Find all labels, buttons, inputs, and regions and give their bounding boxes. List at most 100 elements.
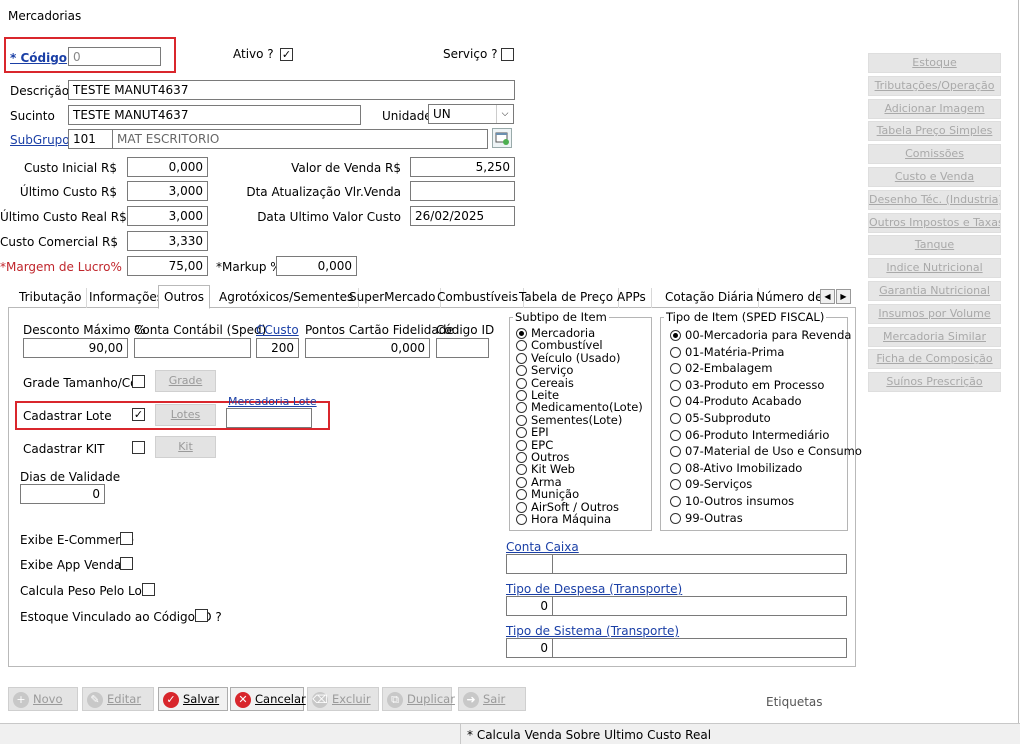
conta-caixa-label[interactable]: Conta Caixa — [506, 540, 579, 554]
tipo-sistema-name-field — [552, 638, 847, 658]
ultimo-custo-real-label: Último Custo Real R$ — [0, 210, 127, 224]
ccusto-label[interactable]: CCusto — [256, 323, 299, 337]
editar-button[interactable]: ✎ Editar — [82, 687, 154, 711]
cancelar-button[interactable]: ✕ Cancelar — [230, 687, 306, 711]
codigo-input[interactable]: 0 — [68, 47, 161, 66]
trash-icon: ⌫ — [312, 691, 328, 708]
ativo-checkbox[interactable]: ✓ — [280, 48, 293, 61]
ultimo-custo-real-input[interactable]: 3,000 — [127, 206, 208, 226]
tab-informacoes[interactable]: Informações — [84, 288, 170, 308]
subtipo-radio[interactable] — [516, 452, 527, 463]
cadastrar-lote-checkbox[interactable]: ✓ — [132, 408, 145, 421]
novo-button[interactable]: + Novo — [8, 687, 78, 711]
tab-scroll-left-icon[interactable]: ◀ — [820, 289, 835, 304]
tab-tributacao[interactable]: Tributação — [14, 288, 88, 308]
tab-apps[interactable]: APPs — [612, 288, 652, 308]
data-ultimo-custo-input[interactable]: 26/02/2025 — [410, 206, 515, 226]
tab-cotacao[interactable]: Cotação Diária — [660, 288, 760, 308]
right-panel-button[interactable]: Tabela Preço Simples — [868, 121, 1001, 142]
subgrupo-code-input[interactable]: 101 — [68, 129, 113, 149]
right-panel-button[interactable]: Estoque — [868, 53, 1001, 73]
tipo-despesa-label[interactable]: Tipo de Despesa (Transporte) — [506, 582, 682, 596]
right-panel-button[interactable]: Tanque — [868, 235, 1001, 256]
tipo-sistema-code-input[interactable]: 0 — [506, 638, 553, 658]
mercadoria-lote-input[interactable] — [226, 408, 312, 428]
sucinto-input[interactable]: TESTE MANUT4637 — [68, 105, 361, 125]
conta-contabil-input[interactable] — [134, 338, 251, 358]
markup-input[interactable]: 0,000 — [276, 256, 357, 276]
tab-numero-serie[interactable]: Número de S — [751, 288, 821, 308]
tipo-sistema-label[interactable]: Tipo de Sistema (Transporte) — [506, 624, 679, 638]
subtipo-radio[interactable] — [516, 514, 527, 525]
right-panel-button[interactable]: Custo e Venda — [868, 167, 1001, 187]
descricao-input[interactable]: TESTE MANUT4637 — [68, 80, 515, 100]
grade-button[interactable]: Grade — [155, 370, 216, 392]
calcula-peso-checkbox[interactable] — [142, 583, 155, 596]
tipo-item-radio[interactable] — [670, 512, 681, 524]
tipo-item-radio[interactable] — [670, 429, 681, 441]
tab-agrotoxicos[interactable]: Agrotóxicos/Sementes — [214, 288, 360, 308]
right-panel-button[interactable]: Garantia Nutricional — [868, 281, 1001, 301]
conta-caixa-code-input[interactable] — [506, 554, 553, 574]
estoque-vinculado-checkbox[interactable] — [195, 609, 208, 622]
chevron-down-icon[interactable]: ⌵ — [496, 105, 513, 123]
right-panel-button[interactable]: Tributações/Operação — [868, 75, 1001, 96]
tipo-item-radio[interactable] — [670, 462, 681, 474]
right-panel-button[interactable]: Comissões — [868, 144, 1001, 165]
right-panel-button[interactable]: Adicionar Imagem — [868, 98, 1001, 119]
servico-checkbox[interactable] — [501, 48, 514, 61]
cadastrar-kit-checkbox[interactable] — [132, 441, 145, 454]
desconto-input[interactable]: 90,00 — [23, 338, 128, 358]
salvar-button[interactable]: ✓ Salvar — [158, 687, 228, 711]
subtipo-radio[interactable] — [516, 439, 527, 451]
tipo-item-radio[interactable] — [670, 496, 681, 507]
subtipo-radio[interactable] — [516, 328, 527, 339]
custo-inicial-input[interactable]: 0,000 — [127, 157, 208, 177]
right-panel-button[interactable]: Ficha de Composição — [868, 349, 1001, 370]
dta-atualizacao-input[interactable] — [410, 181, 515, 201]
subtipo-radio[interactable] — [516, 390, 527, 401]
subtipo-radio[interactable] — [516, 501, 527, 513]
subtipo-radio[interactable] — [516, 414, 527, 426]
tipo-item-radio[interactable] — [670, 413, 681, 424]
valor-venda-input[interactable]: 5,250 — [410, 157, 515, 177]
grade-checkbox[interactable] — [132, 375, 145, 388]
codigo-label[interactable]: * Código — [10, 51, 67, 65]
margem-input[interactable]: 75,00 — [127, 256, 208, 276]
right-panel-button[interactable]: Mercadoria Similar — [868, 326, 1001, 347]
tab-tabela-preco[interactable]: Tabela de Preço — [514, 288, 620, 308]
excluir-button[interactable]: ⌫ Excluir — [307, 687, 379, 711]
tab-combustiveis[interactable]: Combustíveis — [432, 288, 524, 308]
subtipo-radio[interactable] — [516, 352, 527, 364]
kit-button[interactable]: Kit — [155, 436, 216, 458]
pontos-input[interactable]: 0,000 — [305, 338, 430, 358]
mercadoria-lote-label[interactable]: Mercadoria Lote — [228, 395, 317, 408]
ccusto-input[interactable]: 200 — [256, 338, 299, 358]
tab-scroll-right-icon[interactable]: ▶ — [836, 289, 851, 304]
sair-button[interactable]: ➜ Sair — [458, 687, 526, 711]
tipo-despesa-code-input[interactable]: 0 — [506, 596, 553, 616]
subtipo-radio[interactable] — [516, 476, 527, 488]
tab-outros[interactable]: Outros — [158, 285, 211, 309]
ultimo-custo-input[interactable]: 3,000 — [127, 181, 208, 201]
subgrupo-search-icon[interactable] — [492, 128, 512, 148]
right-panel-button[interactable]: Desenho Téc. (Industria) — [868, 189, 1001, 210]
exibe-ecommerce-checkbox[interactable] — [120, 532, 133, 545]
subgrupo-label[interactable]: SubGrupo — [10, 133, 70, 147]
tipo-item-radio[interactable] — [670, 379, 681, 391]
duplicar-button[interactable]: ⧉ Duplicar — [382, 687, 455, 711]
tab-supermercado[interactable]: SuperMercado — [344, 288, 442, 308]
right-panel-button[interactable]: Outros Impostos e Taxas — [868, 212, 1001, 233]
tipo-item-radio[interactable] — [670, 346, 681, 358]
right-panel-button[interactable]: Indice Nutricional — [868, 258, 1001, 279]
dias-validade-input[interactable]: 0 — [20, 484, 105, 504]
etiquetas-label[interactable]: Etiquetas — [766, 695, 823, 709]
right-panel-button[interactable]: Insumos por Volume — [868, 303, 1001, 324]
custo-comercial-input[interactable]: 3,330 — [127, 231, 208, 251]
subtipo-radio[interactable] — [516, 377, 527, 389]
codigo-id-input[interactable] — [436, 338, 489, 358]
right-panel-button[interactable]: Suínos Prescrição — [868, 372, 1001, 393]
tipo-item-radio[interactable] — [670, 330, 681, 341]
lotes-button[interactable]: Lotes — [155, 404, 216, 426]
exibe-app-checkbox[interactable] — [120, 557, 133, 570]
